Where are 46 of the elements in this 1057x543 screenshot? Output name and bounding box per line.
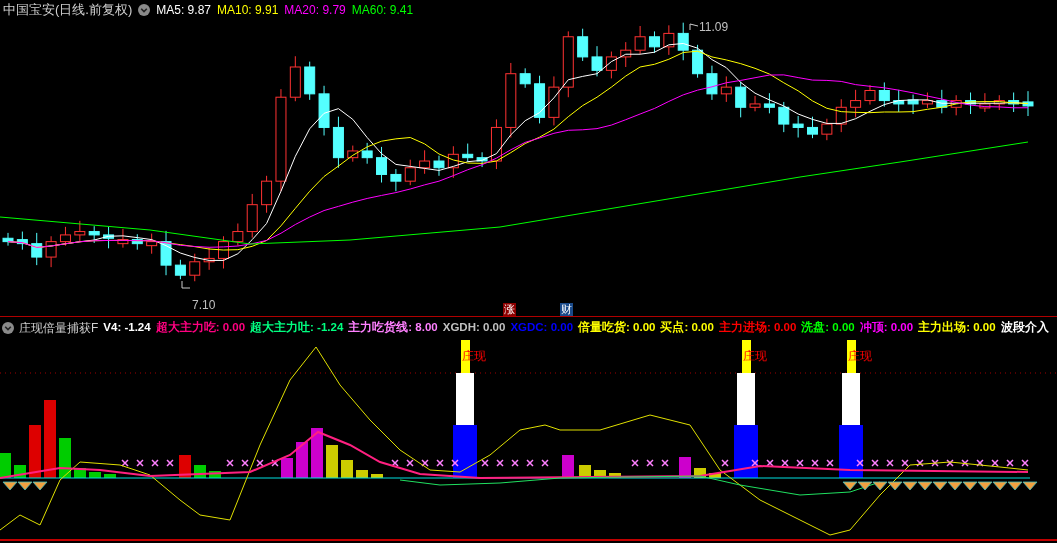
- indicator-value: 冲顶: 0.00: [859, 319, 914, 335]
- indicator-title: 庄现倍量捕获F: [19, 319, 99, 337]
- indicator-bar: [296, 442, 308, 478]
- dropdown-icon[interactable]: [2, 321, 14, 334]
- indicator-value: 超大主力吐: -1.24: [250, 319, 344, 335]
- indicator-bar: [326, 445, 338, 478]
- price-label: 7.10: [192, 297, 216, 314]
- indicator-bar: [74, 468, 86, 478]
- event-marker[interactable]: 财: [560, 303, 573, 316]
- indicator-bar: [29, 425, 41, 478]
- indicator-bar: [562, 455, 574, 478]
- event-marker[interactable]: 涨: [503, 303, 516, 316]
- indicator-bar: [311, 428, 323, 478]
- ma-value: MA10: 9.91: [217, 2, 279, 19]
- ma-value: MA5: 9.87: [156, 2, 211, 19]
- chart-title: 中国宝安(日线.前复权): [3, 1, 133, 20]
- indicator-value: 主力出场: 0.00: [918, 319, 996, 335]
- indicator-value: 超大主力吃: 0.00: [155, 319, 246, 335]
- indicator-bar: [356, 470, 368, 478]
- indicator-value: 主力进场: 0.00: [718, 319, 797, 335]
- indicator-value: 洗盘: 0.00: [801, 319, 855, 335]
- indicator-value: 波段介入: [1000, 319, 1049, 335]
- indicator-value: 买点: 0.00: [660, 319, 714, 335]
- pointer-line: [689, 23, 699, 31]
- indicator-bar: [371, 474, 383, 478]
- indicator-value: 主力吃货线: 8.00: [348, 319, 438, 335]
- indicator-bar: [59, 438, 71, 478]
- ma-value: MA20: 9.79: [284, 2, 346, 19]
- indicator-bar: [594, 470, 606, 478]
- indicator-bar: [341, 460, 353, 478]
- indicator-bar: [89, 472, 101, 478]
- dropdown-icon[interactable]: [138, 4, 151, 16]
- pointer-line: [181, 280, 191, 289]
- indicator-value: XGDC: 0.00: [510, 319, 574, 335]
- indicator-value: V4: -1.24: [103, 319, 151, 335]
- indicator-bar: [694, 468, 706, 478]
- price-label: 11.09: [699, 19, 729, 36]
- indicator-bar: [281, 458, 293, 478]
- indicator-value: XGDH: 0.00: [442, 319, 506, 335]
- indicator-value: 倍量吃货: 0.00: [578, 319, 656, 335]
- ma-value: MA60: 9.41: [351, 2, 414, 19]
- indicator-bar: [209, 471, 221, 478]
- indicator-bar: [609, 473, 621, 478]
- indicator-bar: [709, 473, 721, 478]
- indicator-bar: [0, 453, 11, 478]
- indicator-bar: [104, 474, 116, 478]
